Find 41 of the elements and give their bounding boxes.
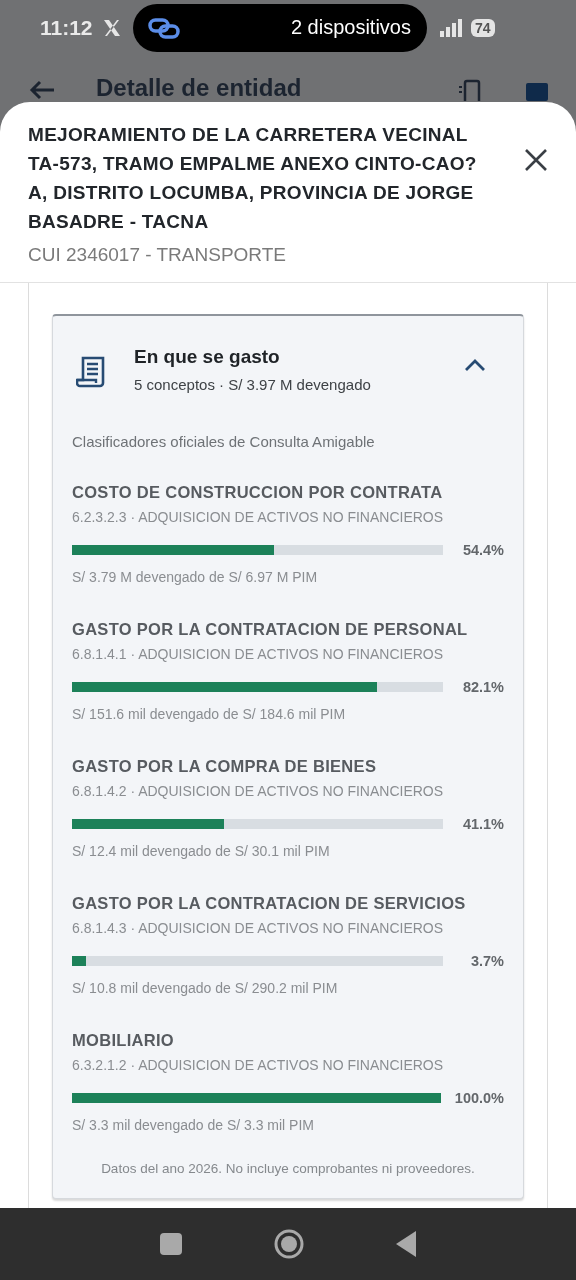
battery-indicator: 74 xyxy=(471,18,495,37)
project-title: MEJORAMIENTO DE LA CARRETERA VECINAL TA-573, TRAMO EMPALME ANEXO CINTO-CAO?A, DISTRITO LOCUMBA, PROVINCIA DE JORGE BASADRE - TACNA xyxy=(28,123,478,234)
concept-name: GASTO POR LA CONTRATACION DE SERVICIOS xyxy=(72,893,467,914)
concept-detail: S/ 3.79 M devengado de S/ 6.97 M PIM xyxy=(72,568,319,587)
concept-name: MOBILIARIO xyxy=(72,1030,175,1051)
concept-code: 6.2.3.2.3 · ADQUISICION DE ACTIVOS NO FINANCIEROS xyxy=(72,508,445,527)
x-logo-icon xyxy=(102,17,122,38)
footnote: Datos del ano 2026. No incluye comprobantes ni proveedores. xyxy=(100,1160,476,1178)
concept-code: 6.8.1.4.2 · ADQUISICION DE ACTIVOS NO FINANCIEROS xyxy=(72,782,445,801)
concept-code: 6.8.1.4.1 · ADQUISICION DE ACTIVOS NO FINANCIEROS xyxy=(72,645,445,664)
project-subtitle: CUI 2346017 - TRANSPORTE xyxy=(28,243,287,267)
percent-label: 3.7% xyxy=(469,953,504,969)
square-icon[interactable] xyxy=(526,81,548,101)
concept-detail: S/ 10.8 mil devengado de S/ 290.2 mil PIM xyxy=(72,979,339,998)
percent-label: 82.1% xyxy=(461,679,504,695)
devices-label: 2 dispositivos xyxy=(290,16,411,39)
recents-icon[interactable] xyxy=(160,1233,182,1255)
concept-name: COSTO DE CONSTRUCCION POR CONTRATA xyxy=(72,482,444,503)
concept-detail: S/ 12.4 mil devengado de S/ 30.1 mil PIM xyxy=(72,842,331,861)
concept-name: GASTO POR LA CONTRATACION DE PERSONAL xyxy=(72,619,469,640)
screen-title: Detalle de entidad xyxy=(96,75,303,101)
close-icon[interactable] xyxy=(524,148,548,172)
receipt-icon xyxy=(76,356,106,388)
concept-detail: S/ 3.3 mil devengado de S/ 3.3 mil PIM xyxy=(72,1116,315,1135)
concept-detail: S/ 151.6 mil devengado de S/ 184.6 mil PIM xyxy=(72,705,347,724)
chevron-icon[interactable] xyxy=(464,358,486,373)
concept-code: 6.8.1.4.3 · ADQUISICION DE ACTIVOS NO FINANCIEROS xyxy=(72,919,445,938)
back-arrow-icon[interactable] xyxy=(28,79,56,101)
percent-label: 41.1% xyxy=(461,816,504,832)
percent-label: 100.0% xyxy=(454,1090,504,1106)
link-icon xyxy=(147,15,181,40)
concept-name: GASTO POR LA COMPRA DE BIENES xyxy=(72,756,378,777)
signal-icon xyxy=(440,18,464,37)
concept-code: 6.3.2.1.2 · ADQUISICION DE ACTIVOS NO FINANCIEROS xyxy=(72,1056,445,1075)
percent-label: 54.4% xyxy=(461,542,504,558)
home-icon[interactable] xyxy=(274,1229,304,1259)
section-summary: 5 conceptos · S/ 3.97 M devengado xyxy=(134,375,372,395)
back-icon[interactable] xyxy=(396,1231,416,1257)
clock: 11:12 xyxy=(40,15,94,40)
section-title: En que se gasto xyxy=(134,345,281,369)
caption: Clasificadores oficiales de Consulta Amigable xyxy=(72,432,376,452)
